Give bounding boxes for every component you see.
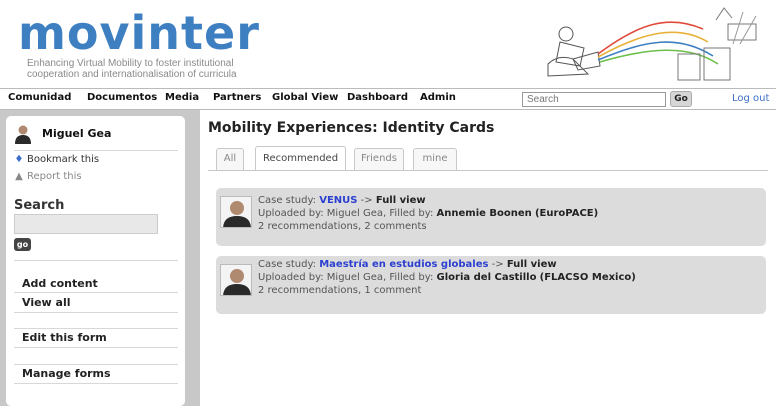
divider bbox=[14, 364, 178, 365]
full-view-link[interactable]: Full view bbox=[376, 195, 426, 206]
organization: (FLACSO Mexico) bbox=[539, 272, 636, 283]
divider bbox=[14, 347, 178, 348]
divider bbox=[14, 383, 178, 384]
divider bbox=[14, 150, 178, 151]
divider bbox=[14, 328, 178, 329]
case-study-link[interactable]: VENUS bbox=[319, 195, 357, 206]
case-study-prefix: Case study: bbox=[258, 259, 317, 270]
tagline: Enhancing Virtual Mobility to foster ins… bbox=[27, 58, 237, 80]
edit-form-link[interactable]: Edit this form bbox=[22, 331, 107, 344]
nav-comunidad[interactable]: Comunidad bbox=[8, 92, 71, 103]
tab-all[interactable]: All bbox=[216, 148, 244, 170]
user-avatar-icon bbox=[221, 265, 251, 295]
manage-forms-link[interactable]: Manage forms bbox=[22, 367, 111, 380]
bookmark-link[interactable]: ♦ Bookmark this bbox=[14, 154, 100, 165]
card-title-line: Case study: VENUS -> Full view bbox=[258, 195, 426, 206]
header-search-input[interactable]: Search bbox=[522, 92, 666, 107]
add-content-link[interactable]: Add content bbox=[22, 277, 98, 290]
identity-card: Case study: Maestría en estudios globale… bbox=[216, 256, 766, 314]
page-title: Mobility Experiences: Identity Cards bbox=[208, 120, 495, 136]
filled-by-name[interactable]: Gloria del Castillo bbox=[437, 272, 537, 283]
report-icon: ▲ bbox=[15, 171, 23, 182]
card-stats: 2 recommendations, 2 comments bbox=[258, 221, 427, 232]
divider bbox=[14, 292, 178, 293]
report-link[interactable]: ▲ Report this bbox=[14, 171, 82, 182]
user-avatar-icon[interactable] bbox=[14, 124, 32, 144]
nav-partners[interactable]: Partners bbox=[213, 92, 261, 103]
sidebar-search-go-button[interactable]: go bbox=[14, 238, 31, 251]
card-stats: 2 recommendations, 1 comment bbox=[258, 285, 422, 296]
tagline-line-2: cooperation and internationalisation of … bbox=[27, 69, 237, 80]
sidebar: Miguel Gea ♦ Bookmark this ▲ Report this S… bbox=[6, 116, 185, 406]
uploaded-prefix: Uploaded by: Miguel Gea, Filled by: bbox=[258, 208, 434, 219]
header-illustration bbox=[547, 7, 757, 81]
uploaded-prefix: Uploaded by: Miguel Gea, Filled by: bbox=[258, 272, 434, 283]
header-search-go-button[interactable]: Go bbox=[670, 91, 692, 107]
organization: (EuroPACE) bbox=[534, 208, 599, 219]
card-uploaded-line: Uploaded by: Miguel Gea, Filled by: Glor… bbox=[258, 272, 636, 283]
case-study-prefix: Case study: bbox=[258, 195, 317, 206]
identity-card: Case study: VENUS -> Full view Uploaded … bbox=[216, 188, 766, 246]
sidebar-search-title: Search bbox=[14, 198, 65, 213]
arrow: -> bbox=[491, 259, 504, 270]
tabs-baseline bbox=[208, 170, 768, 171]
nav-global-view[interactable]: Global View bbox=[272, 92, 338, 103]
view-all-link[interactable]: View all bbox=[22, 296, 71, 309]
card-uploaded-line: Uploaded by: Miguel Gea, Filled by: Anne… bbox=[258, 208, 598, 219]
nav-media[interactable]: Media bbox=[165, 92, 199, 103]
nav-documentos[interactable]: Documentos bbox=[87, 92, 157, 103]
card-avatar[interactable] bbox=[220, 264, 252, 296]
nav-admin[interactable]: Admin bbox=[420, 92, 456, 103]
main-nav: Comunidad Documentos Media Partners Glob… bbox=[0, 88, 776, 110]
bookmark-label: Bookmark this bbox=[27, 154, 100, 165]
sidebar-search-input[interactable] bbox=[14, 214, 158, 234]
divider bbox=[14, 312, 178, 313]
arrow: -> bbox=[360, 195, 373, 206]
site-header: movinter Enhancing Virtual Mobility to f… bbox=[0, 0, 776, 88]
site-logo[interactable]: movinter bbox=[18, 8, 260, 58]
tagline-line-1: Enhancing Virtual Mobility to foster ins… bbox=[27, 58, 234, 69]
full-view-link[interactable]: Full view bbox=[507, 259, 557, 270]
nav-dashboard[interactable]: Dashboard bbox=[347, 92, 408, 103]
card-title-line: Case study: Maestría en estudios globale… bbox=[258, 259, 557, 270]
tab-friends[interactable]: Friends bbox=[354, 148, 404, 170]
divider bbox=[14, 260, 178, 261]
case-study-link[interactable]: Maestría en estudios globales bbox=[319, 259, 488, 270]
logout-link[interactable]: Log out bbox=[732, 93, 769, 104]
report-label: Report this bbox=[27, 171, 82, 182]
tab-recommended[interactable]: Recommended bbox=[255, 146, 346, 171]
user-avatar-icon bbox=[221, 197, 251, 227]
owner-name[interactable]: Miguel Gea bbox=[42, 127, 111, 140]
card-avatar[interactable] bbox=[220, 196, 252, 228]
tab-mine[interactable]: mine bbox=[413, 148, 457, 170]
filled-by-name[interactable]: Annemie Boonen bbox=[437, 208, 532, 219]
bookmark-icon: ♦ bbox=[14, 154, 24, 165]
